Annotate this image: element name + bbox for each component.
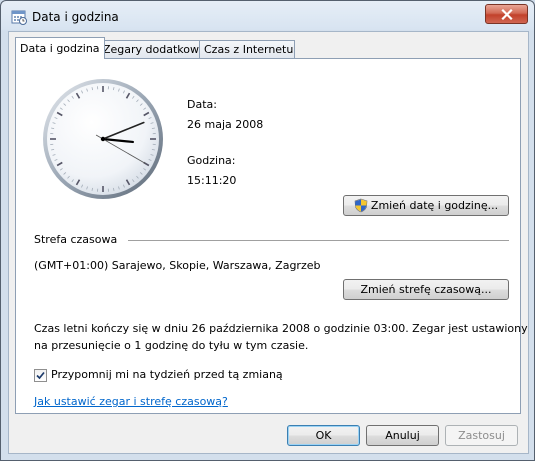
dialog-client-area: Data i godzina Zegary dodatkowe Czas z I… — [8, 31, 529, 454]
tab-label: Czas z Internetu — [204, 43, 294, 56]
cancel-label: Anuluj — [385, 429, 420, 442]
title-bar[interactable]: Data i godzina — [1, 1, 534, 31]
calendar-clock-icon — [11, 10, 27, 25]
timezone-separator — [128, 240, 509, 241]
ok-button[interactable]: OK — [287, 425, 360, 446]
dst-info-line1: Czas letni kończy się w dniu 26 paździer… — [34, 322, 528, 335]
date-label: Data: — [187, 98, 217, 111]
close-icon — [500, 8, 513, 20]
clock-center — [100, 136, 106, 142]
change-date-time-button[interactable]: Zmień datę i godzinę... — [343, 195, 509, 216]
dst-reminder-checkbox[interactable] — [34, 369, 47, 382]
cancel-button[interactable]: Anuluj — [366, 425, 439, 446]
tab-date-time[interactable]: Data i godzina — [15, 37, 105, 59]
change-date-time-label: Zmień datę i godzinę... — [370, 199, 499, 212]
tab-internet-time[interactable]: Czas z Internetu — [199, 40, 295, 58]
apply-label: Zastosuj — [458, 429, 505, 442]
tab-panel: Data: 26 maja 2008 Godzina: 15:11:20 Zmi… — [15, 58, 528, 414]
close-button[interactable] — [485, 4, 528, 24]
ok-label: OK — [315, 429, 332, 442]
change-timezone-label: Zmień strefę czasową... — [360, 283, 492, 296]
uac-shield-icon — [354, 198, 368, 213]
change-timezone-button[interactable]: Zmień strefę czasową... — [343, 279, 509, 300]
timezone-section-label: Strefa czasowa — [34, 233, 118, 246]
tab-label: Data i godzina — [20, 42, 100, 55]
window-title: Data i godzina — [32, 10, 119, 24]
time-value: 15:11:20 — [187, 174, 237, 187]
checkmark-icon — [36, 371, 45, 380]
help-link[interactable]: Jak ustawić zegar i strefę czasową? — [34, 395, 228, 408]
tab-additional-clocks[interactable]: Zegary dodatkowe — [98, 40, 206, 58]
timezone-value: (GMT+01:00) Sarajewo, Skopie, Warszawa, … — [34, 259, 321, 272]
dst-reminder-label[interactable]: Przypomnij mi na tydzień przed tą zmianą — [51, 368, 283, 381]
dst-info-line2: na przesunięcie o 1 godzinę do tyłu w ty… — [34, 339, 309, 352]
analog-clock — [43, 79, 163, 199]
date-value: 26 maja 2008 — [187, 118, 264, 131]
dialog-window: Data i godzina Data i godzina Zegary dod… — [0, 0, 535, 461]
time-label: Godzina: — [187, 154, 236, 167]
tab-label: Zegary dodatkowe — [103, 43, 206, 56]
apply-button[interactable]: Zastosuj — [445, 425, 518, 446]
